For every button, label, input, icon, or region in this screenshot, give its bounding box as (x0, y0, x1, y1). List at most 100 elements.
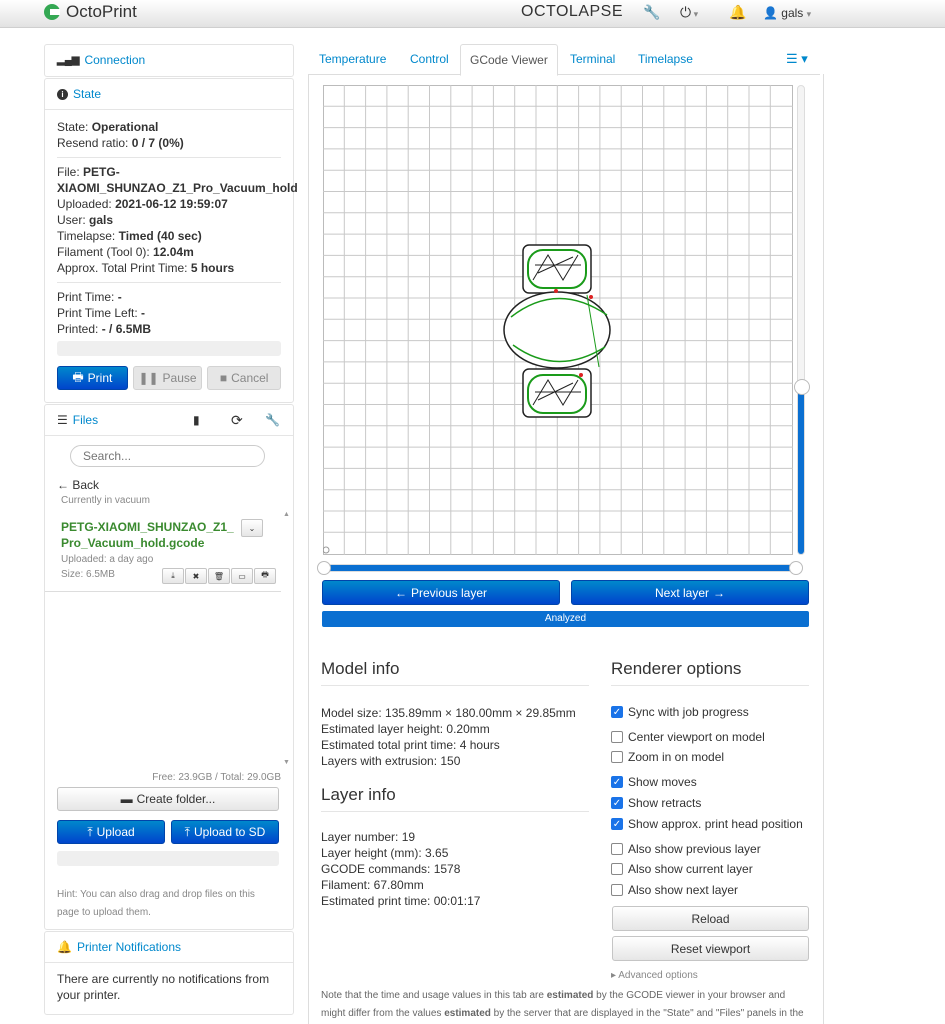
renderer-option[interactable]: Also show current layer (611, 862, 753, 876)
renderer-option[interactable]: Also show next layer (611, 883, 738, 897)
current-folder: Currently in vacuum (61, 495, 150, 506)
tab-timelapse[interactable]: Timelapse (638, 44, 693, 74)
state-panel: i State State: Operational Resend ratio:… (44, 78, 298, 403)
upload-button[interactable]: ⤒ Upload (57, 820, 165, 844)
arrow-left-icon: ← (57, 478, 69, 492)
option-checkbox[interactable] (611, 884, 623, 896)
estimate-note: Note that the time and usage values in t… (321, 990, 804, 1019)
printed-row: Printed: - / 6.5MB (57, 322, 152, 336)
main-tabs: Temperature Control GCode Viewer Termina… (308, 44, 820, 76)
tab-menu-icon[interactable]: ☰ ▾ (786, 44, 808, 74)
chevron-down-icon: ▾ (806, 9, 812, 19)
state-header[interactable]: i State (45, 79, 293, 110)
brand-link[interactable]: OctoPrint (44, 2, 137, 22)
option-checkbox[interactable] (611, 863, 623, 875)
command-slider-start-handle[interactable] (317, 561, 331, 575)
file-name[interactable]: PETG-XIAOMI_SHUNZAO_Z1_ Pro_Vacuum_hold.… (61, 519, 236, 551)
chevron-down-icon: ⌄ (248, 523, 256, 533)
file-search-input[interactable] (70, 445, 265, 467)
reload-button[interactable]: Reload (612, 906, 809, 931)
notifications-header[interactable]: 🔔 Printer Notifications (45, 932, 293, 963)
tab-gcode-viewer[interactable]: GCode Viewer (460, 44, 558, 76)
connection-header[interactable]: ▂▄▆ Connection (45, 45, 293, 75)
cancel-button[interactable]: ■ Cancel (207, 366, 281, 390)
option-label: Show retracts (628, 796, 702, 810)
user-row: User: gals (57, 213, 114, 227)
tab-control[interactable]: Control (410, 44, 449, 74)
option-label: Center viewport on model (628, 730, 765, 744)
user-icon: 👤 (763, 6, 778, 20)
option-checkbox[interactable]: ✓ (611, 818, 623, 830)
file-list-item[interactable]: PETG-XIAOMI_SHUNZAO_Z1_ Pro_Vacuum_hold.… (45, 511, 281, 592)
command-slider-fill (323, 565, 797, 571)
download-icon[interactable]: ⤓ (162, 568, 184, 584)
print-button[interactable]: 🖶 Print (57, 366, 128, 390)
option-checkbox[interactable]: ✓ (611, 776, 623, 788)
refresh-icon[interactable]: ⟳ (231, 412, 243, 429)
renderer-option[interactable]: Zoom in on model (611, 750, 724, 764)
renderer-option[interactable]: ✓ Show approx. print head position (611, 817, 803, 831)
command-slider[interactable] (317, 561, 803, 575)
reset-viewport-button[interactable]: Reset viewport (612, 936, 809, 961)
connection-title: Connection (84, 53, 146, 67)
storage-free: Free: 23.9GB / Total: 29.0GB (152, 772, 281, 783)
option-checkbox[interactable] (611, 843, 623, 855)
model-size: Model size: 135.89mm × 180.00mm × 29.85m… (321, 706, 576, 720)
previous-layer-button[interactable]: ← Previous layer (322, 580, 560, 605)
renderer-option[interactable]: Also show previous layer (611, 842, 761, 856)
print-file-icon[interactable]: 🖶 (254, 568, 276, 584)
layer-slider[interactable] (794, 85, 810, 555)
wrench-icon[interactable]: 🔧 (265, 413, 280, 427)
upload-sd-button[interactable]: ⤒ Upload to SD (171, 820, 279, 844)
filament-row: Filament (Tool 0): 12.04m (57, 245, 194, 259)
pause-button[interactable]: ❚❚ Pause (132, 366, 203, 390)
back-link[interactable]: ← Back (57, 478, 99, 492)
option-label: Zoom in on model (628, 750, 725, 764)
user-name: gals (781, 6, 804, 20)
layer-gcode-commands: GCODE commands: 1578 (321, 862, 461, 876)
create-folder-button[interactable]: ▬ Create folder... (57, 787, 279, 811)
layer-height: Layer height (mm): 3.65 (321, 846, 449, 860)
gcode-canvas[interactable] (323, 85, 793, 555)
file-list-scrollbar[interactable]: ▲ ▼ (283, 511, 290, 766)
file-expand-button[interactable]: ⌄ (241, 519, 263, 537)
octolapse-menu[interactable]: OCTOLAPSE (521, 3, 623, 21)
arrow-left-icon: ← (394, 585, 407, 600)
renderer-option[interactable]: ✓ Sync with job progress (611, 705, 749, 719)
wrench-icon[interactable]: 🔧 (643, 4, 660, 21)
renderer-option[interactable]: Center viewport on model (611, 730, 765, 744)
renderer-option[interactable]: ✓ Show retracts (611, 796, 701, 810)
upload-hint: Hint: You can also drag and drop files o… (57, 889, 255, 918)
next-layer-button[interactable]: Next layer → (571, 580, 809, 605)
model-layers: Layers with extrusion: 150 (321, 754, 461, 768)
pause-icon: ❚❚ (138, 371, 159, 385)
command-slider-end-handle[interactable] (789, 561, 803, 575)
renderer-option[interactable]: ✓ Show moves (611, 775, 697, 789)
notifications-panel: 🔔 Printer Notifications There are curren… (44, 931, 294, 1015)
tab-temperature[interactable]: Temperature (319, 44, 386, 74)
option-label: Also show current layer (628, 862, 753, 876)
state-title: State (73, 87, 102, 101)
option-checkbox[interactable] (611, 731, 623, 743)
upload-icon: ⤒ (184, 824, 190, 839)
tab-terminal[interactable]: Terminal (570, 44, 615, 74)
sd-card-icon[interactable]: ▮ (193, 413, 200, 427)
trash-icon[interactable]: 🗑 (208, 568, 230, 584)
folder-move-icon[interactable]: ▭ (231, 568, 253, 584)
files-header[interactable]: ☰ Files ▮ ⟳ 🔧 (45, 405, 293, 436)
power-icon[interactable]: ⏻ ▾ (680, 4, 698, 21)
bell-icon[interactable]: 🔔 (729, 4, 746, 21)
layer-slider-handle[interactable] (794, 378, 810, 395)
option-checkbox[interactable] (611, 751, 623, 763)
user-menu[interactable]: 👤 gals ▾ (763, 6, 811, 20)
option-checkbox[interactable]: ✓ (611, 797, 623, 809)
option-label: Show approx. print head position (628, 817, 803, 831)
info-icon: i (57, 88, 68, 100)
remove-icon[interactable]: ✖ (185, 568, 207, 584)
option-checkbox[interactable]: ✓ (611, 706, 623, 718)
option-label: Also show next layer (628, 883, 739, 897)
octoprint-logo-icon (44, 4, 60, 20)
files-panel: ☰ Files ▮ ⟳ 🔧 ← Back Currently in vacuum… (44, 404, 294, 930)
model-info-title: Model info (321, 659, 400, 678)
advanced-options-toggle[interactable]: ▸ Advanced options (611, 970, 698, 981)
